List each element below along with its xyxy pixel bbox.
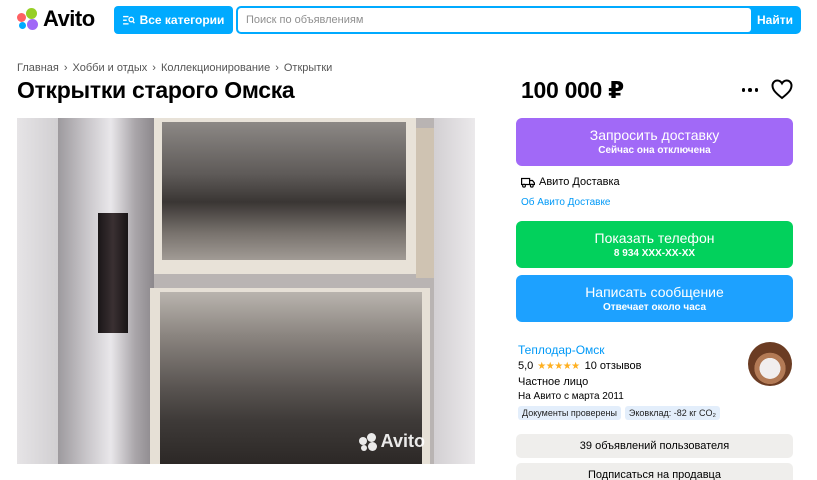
seller-since: На Авито с марта 2011	[518, 391, 624, 402]
breadcrumb-collecting[interactable]: Коллекционирование	[161, 62, 270, 74]
reviews-count: 10 отзывов	[584, 360, 642, 372]
avito-logo-icon	[17, 8, 41, 30]
seller-name-link[interactable]: Теплодар-Омск	[518, 343, 605, 357]
breadcrumb-chevron-icon: ›	[275, 62, 279, 74]
rating-value: 5,0	[518, 360, 534, 372]
seller-avatar[interactable]	[748, 342, 792, 386]
seller-badges: Документы проверены Эковклад: -82 кг CO₂	[518, 406, 720, 420]
badge-eco-contribution[interactable]: Эковклад: -82 кг CO₂	[624, 406, 720, 420]
breadcrumb-postcards[interactable]: Открытки	[284, 62, 332, 74]
listing-photo[interactable]: Avito	[17, 118, 475, 464]
listing-title: Открытки старого Омска	[17, 77, 295, 103]
breadcrumb-hobby[interactable]: Хобби и отдых	[73, 62, 148, 74]
postcards-photo	[58, 118, 434, 464]
logo-text: Avito	[43, 6, 95, 31]
postcard-top	[154, 118, 416, 274]
avito-watermark: Avito	[358, 431, 425, 452]
avito-watermark-icon	[358, 432, 379, 451]
breadcrumb-home[interactable]: Главная	[17, 62, 59, 74]
search-button[interactable]: Найти	[751, 8, 799, 32]
truck-icon	[521, 177, 535, 188]
search-input[interactable]	[238, 8, 751, 32]
categories-search-icon	[122, 15, 135, 25]
favorite-heart-icon[interactable]	[770, 78, 794, 100]
seller-rating[interactable]: 5,0 ★★★★★ 10 отзывов	[518, 360, 641, 372]
avito-delivery: Авито Доставка	[521, 176, 620, 188]
more-options-icon[interactable]	[740, 80, 760, 100]
all-categories-button[interactable]: Все категории	[114, 6, 233, 34]
about-avito-delivery-link[interactable]: Об Авито Доставке	[521, 197, 611, 208]
show-phone-button[interactable]: Показать телефон 8 934 XXX-XX-XX	[516, 221, 793, 268]
listing-price: 100 000 ₽	[521, 77, 624, 103]
seller-type: Частное лицо	[518, 376, 589, 388]
breadcrumb-chevron-icon: ›	[152, 62, 156, 74]
avito-logo[interactable]: Avito	[17, 8, 95, 30]
seller-ads-button[interactable]: 39 объявлений пользователя	[516, 434, 793, 458]
rating-stars-icon: ★★★★★	[537, 360, 580, 372]
write-message-button[interactable]: Написать сообщение Отвечает около часа	[516, 275, 793, 322]
breadcrumb: Главная › Хобби и отдых › Коллекциониров…	[17, 62, 332, 74]
request-delivery-button[interactable]: Запросить доставку Сейчас она отключена	[516, 118, 793, 166]
subscribe-seller-button[interactable]: Подписаться на продавца	[516, 463, 793, 480]
badge-documents-verified[interactable]: Документы проверены	[518, 406, 621, 420]
breadcrumb-chevron-icon: ›	[63, 62, 68, 74]
all-categories-label: Все категории	[139, 13, 225, 27]
search-bar: Найти	[236, 6, 801, 34]
